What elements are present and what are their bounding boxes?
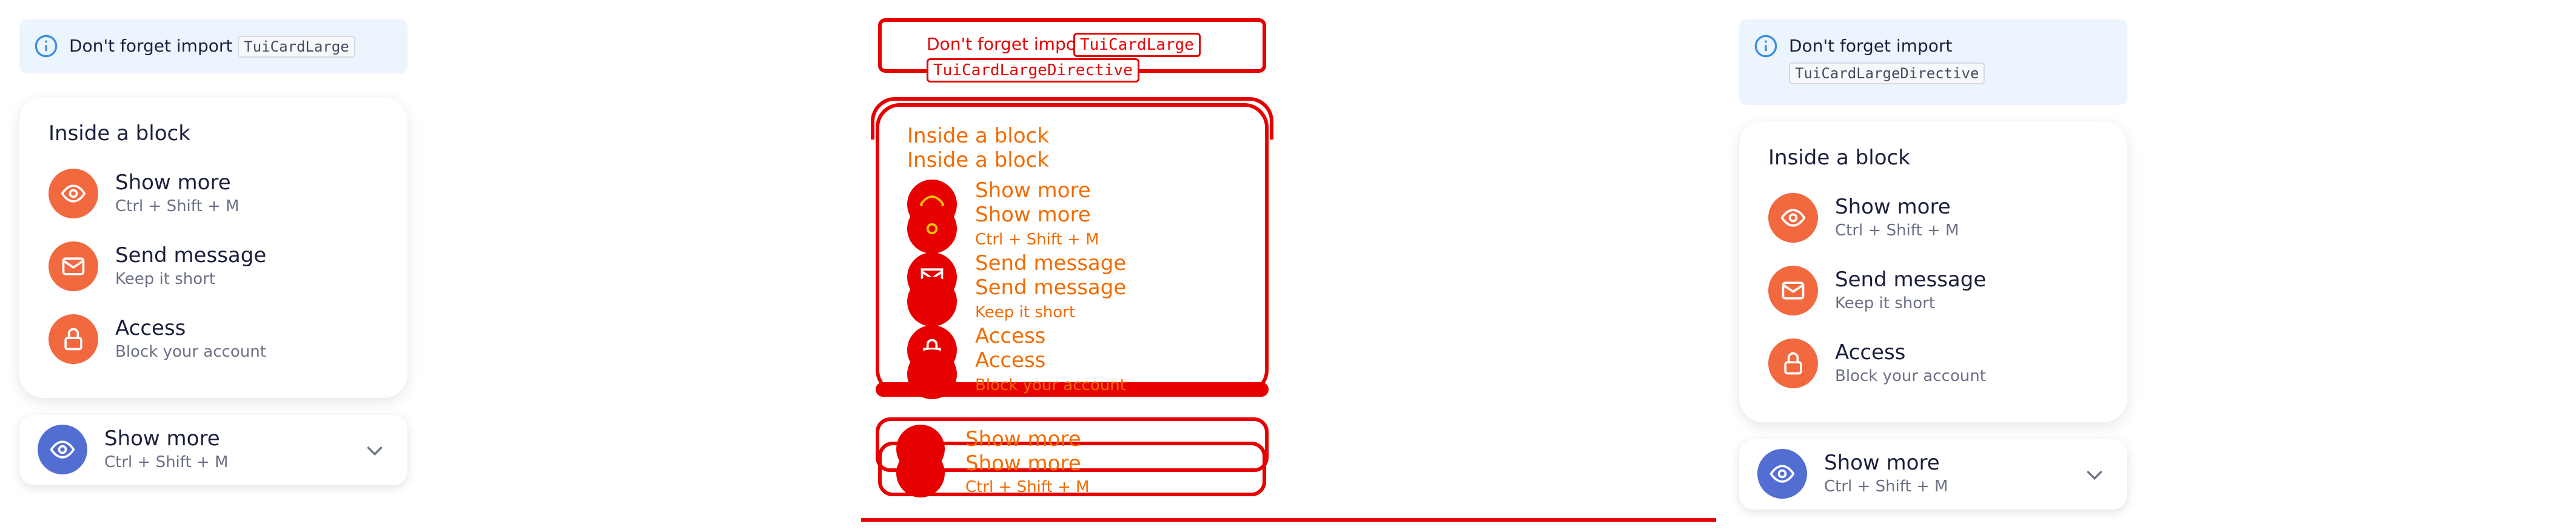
- eye-icon: [38, 425, 87, 474]
- cell-show-more[interactable]: Show more Ctrl + Shift + M: [1768, 180, 2098, 252]
- overlay-mail-icon-dup: [907, 277, 957, 326]
- overlay-item-sub: Ctrl + Shift + M: [975, 231, 1099, 249]
- overlay-notice-code: TuiCardLarge: [1073, 33, 1201, 57]
- cell-subtitle: Block your account: [115, 343, 266, 361]
- bar-subtitle: Ctrl + Shift + M: [104, 453, 229, 471]
- overlay-bar-eye-icon-dup: [896, 449, 945, 497]
- overlay-item-title-dup: Access: [975, 348, 1046, 372]
- cell-access[interactable]: Access Block your account: [1768, 325, 2098, 398]
- cell-title: Send message: [115, 243, 267, 268]
- lock-icon: [49, 314, 98, 364]
- info-icon: [35, 35, 58, 58]
- bar-subtitle: Ctrl + Shift + M: [1824, 477, 1948, 496]
- overlay-item-title-dup: Send message: [975, 275, 1127, 300]
- notice-code: TuiCardLargeDirective: [1789, 62, 1985, 84]
- overlay-card-title-dup: Inside a block: [907, 148, 1049, 172]
- diff-overlay-panel: Don't forget import TuiCardLarge TuiCard…: [859, 0, 1717, 529]
- demo-panel-right: Don't forget import TuiCardLargeDirectiv…: [1720, 0, 2576, 510]
- notice-text: Don't forget import: [69, 36, 233, 56]
- mail-icon: [1768, 266, 1818, 315]
- overlay-eye-icon-dup: [907, 204, 957, 254]
- overlay-lock-icon-dup: [907, 349, 957, 399]
- show-more-accordion[interactable]: Show more Ctrl + Shift + M: [1739, 439, 2127, 510]
- chevron-down-icon[interactable]: [363, 438, 387, 462]
- cell-subtitle: Ctrl + Shift + M: [1835, 221, 1959, 240]
- bar-title: Show more: [104, 426, 220, 451]
- overlay-item-sub: Block your account: [975, 376, 1126, 394]
- notice-text: Don't forget import: [1789, 36, 1953, 56]
- overlay-notice-code-alt: TuiCardLargeDirective: [927, 58, 1139, 83]
- overlay-item-title: Send message: [975, 251, 1127, 275]
- demo-panel-left: Don't forget import TuiCardLarge Inside …: [0, 0, 856, 510]
- chevron-down-icon[interactable]: [2082, 462, 2107, 487]
- eye-icon: [1757, 449, 1807, 499]
- overlay-item-title: Show more: [975, 178, 1091, 203]
- info-icon: [1754, 35, 1777, 58]
- overlay-item-title: Access: [975, 324, 1046, 348]
- cell-send-message[interactable]: Send message Keep it short: [49, 228, 378, 301]
- overlay-item-sub: Keep it short: [975, 303, 1076, 322]
- eye-icon: [49, 169, 98, 218]
- cell-title: Access: [1835, 340, 1906, 365]
- bar-title: Show more: [1824, 451, 1940, 475]
- cell-subtitle: Block your account: [1835, 367, 1986, 385]
- cell-subtitle: Ctrl + Shift + M: [115, 197, 240, 215]
- cell-title: Access: [115, 316, 186, 340]
- cell-send-message[interactable]: Send message Keep it short: [1768, 252, 2098, 325]
- eye-icon: [1768, 193, 1818, 243]
- cell-subtitle: Keep it short: [1835, 294, 1936, 312]
- cell-title: Show more: [115, 170, 231, 195]
- overlay-baseline: [861, 518, 1716, 522]
- cell-title: Send message: [1835, 268, 1987, 292]
- overlay-card-title: Inside a block: [907, 124, 1049, 148]
- overlay-bar-sub: Ctrl + Shift + M: [965, 478, 1090, 496]
- card-title: Inside a block: [1768, 146, 1910, 170]
- card-title: Inside a block: [49, 121, 190, 146]
- overlay-bar-title: Show more: [965, 427, 1081, 451]
- overlay-item-title-dup: Show more: [975, 203, 1091, 227]
- cell-access[interactable]: Access Block your account: [49, 301, 378, 374]
- cell-subtitle: Keep it short: [115, 270, 216, 288]
- import-notice: Don't forget import TuiCardLarge: [19, 19, 408, 73]
- notice-code: TuiCardLarge: [238, 36, 355, 58]
- lock-icon: [1768, 339, 1818, 388]
- block-card: Inside a block Show more Ctrl + Shift + …: [1739, 121, 2127, 422]
- show-more-accordion[interactable]: Show more Ctrl + Shift + M: [19, 415, 408, 485]
- overlay-notice-text: Don't forget import: [927, 34, 1090, 54]
- cell-show-more[interactable]: Show more Ctrl + Shift + M: [49, 155, 378, 228]
- import-notice: Don't forget import TuiCardLargeDirectiv…: [1739, 19, 2127, 105]
- block-card: Inside a block Show more Ctrl + Shift + …: [19, 97, 408, 398]
- overlay-bar-title-dup: Show more: [965, 451, 1081, 476]
- cell-title: Show more: [1835, 195, 1951, 219]
- mail-icon: [49, 241, 98, 291]
